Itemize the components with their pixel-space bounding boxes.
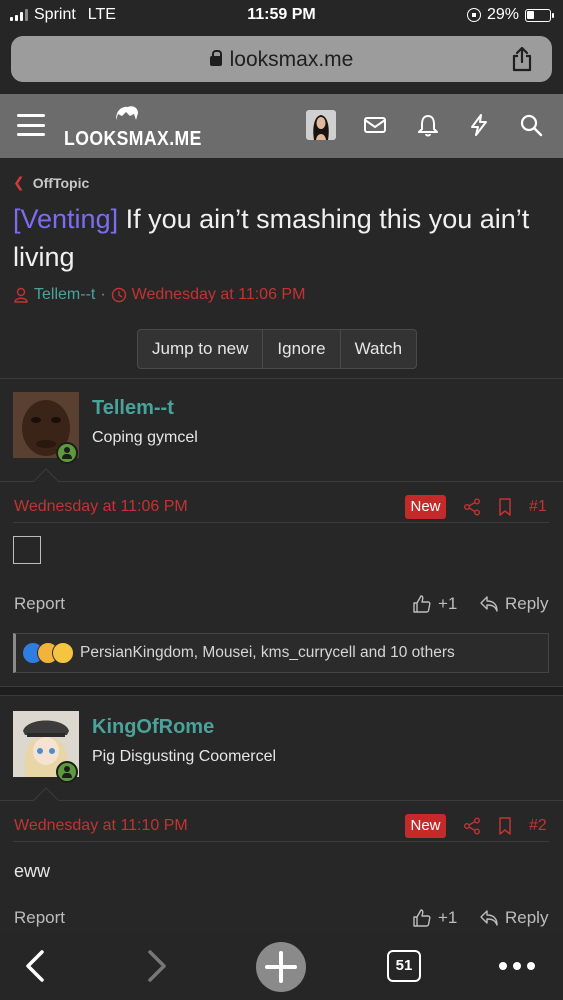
like-count: +1 <box>438 908 458 927</box>
site-logo[interactable]: LOOKSMAX.ME <box>64 104 201 150</box>
bookmark-icon[interactable] <box>498 817 512 835</box>
speech-arrow <box>33 468 59 494</box>
chevron-left-icon: ❮ <box>13 174 25 190</box>
share-icon[interactable] <box>510 46 534 72</box>
divider <box>0 800 563 801</box>
report-link[interactable]: Report <box>14 594 65 614</box>
thread-meta: Tellem--t · Wednesday at 11:06 PM <box>13 286 305 304</box>
reply-label: Reply <box>505 908 549 927</box>
share-icon[interactable] <box>463 817 481 835</box>
post-separator <box>0 686 563 696</box>
bookmark-icon[interactable] <box>498 498 512 516</box>
reply-icon <box>480 910 498 926</box>
thumbs-up-icon <box>413 909 431 927</box>
reactions-bar[interactable]: PersianKingdom, Mousei, kms_currycell an… <box>13 633 549 673</box>
search-icon[interactable] <box>518 112 544 138</box>
thumbs-up-icon <box>413 595 431 613</box>
divider <box>13 841 549 842</box>
rotation-lock-icon <box>466 8 481 22</box>
thread-actions: Jump to new Ignore Watch <box>137 329 418 369</box>
back-icon[interactable] <box>22 946 48 986</box>
battery-percent: 29% <box>486 6 519 23</box>
divider <box>0 481 563 482</box>
broken-image[interactable] <box>13 536 41 564</box>
divider <box>0 378 563 379</box>
new-tab-icon[interactable] <box>255 941 307 993</box>
new-badge: New <box>405 495 446 519</box>
jump-to-new-button[interactable]: Jump to new <box>138 330 264 368</box>
reply-button[interactable]: Reply <box>479 594 548 614</box>
reactions-list: PersianKingdom, Mousei, kms_currycell an… <box>80 644 455 661</box>
bolt-icon[interactable] <box>466 112 492 138</box>
more-icon[interactable] <box>497 956 537 976</box>
tabs-button[interactable]: 51 <box>387 950 421 982</box>
address-bar[interactable]: looksmax.me <box>11 36 552 82</box>
thread-author[interactable]: Tellem--t <box>34 286 95 304</box>
logo-hair-icon <box>116 106 138 120</box>
new-badge: New <box>405 814 446 838</box>
like-button[interactable]: +1 <box>412 594 457 614</box>
reply-button[interactable]: Reply <box>479 908 548 928</box>
account-avatar[interactable] <box>306 110 336 140</box>
battery-icon <box>525 8 554 22</box>
browser-toolbar: 51 <box>0 934 563 1000</box>
forward-icon[interactable] <box>144 946 170 986</box>
status-bar: Sprint LTE 11:59 PM 29% <box>0 0 563 30</box>
post-user-title: Pig Disgusting Coomercel <box>92 748 277 765</box>
url-text: looksmax.me <box>229 48 354 71</box>
lock-icon <box>209 50 222 66</box>
post-user-title: Coping gymcel <box>92 429 198 446</box>
thread-prefix[interactable]: [Venting] <box>13 204 118 234</box>
divider <box>13 522 549 523</box>
thread-date[interactable]: Wednesday at 11:06 PM <box>132 286 306 304</box>
online-badge-icon <box>56 442 78 464</box>
post-username[interactable]: KingOfRome <box>92 716 214 739</box>
like-count: +1 <box>438 594 458 613</box>
post-username[interactable]: Tellem--t <box>92 397 174 420</box>
post-date[interactable]: Wednesday at 11:06 PM <box>14 498 188 516</box>
speech-arrow <box>33 787 59 813</box>
breadcrumb-label: OffTopic <box>32 174 90 191</box>
clock-icon <box>111 287 126 303</box>
post-body: eww <box>14 861 51 881</box>
watch-button[interactable]: Watch <box>341 330 417 368</box>
inbox-icon[interactable] <box>362 112 388 138</box>
meta-separator: · <box>100 286 106 303</box>
reply-icon <box>480 596 498 612</box>
logo-text: LOOKSMAX.ME <box>64 128 202 150</box>
shocked-reaction-icon <box>52 642 74 664</box>
report-link[interactable]: Report <box>14 908 65 928</box>
browser-address-area: looksmax.me <box>0 30 563 94</box>
reply-label: Reply <box>505 594 549 613</box>
thread-title: [Venting] If you ain’t smashing this you… <box>13 200 551 276</box>
online-badge-icon <box>56 761 78 783</box>
post-number[interactable]: #1 <box>529 498 547 516</box>
post-date[interactable]: Wednesday at 11:10 PM <box>14 817 188 835</box>
like-button[interactable]: +1 <box>412 908 457 928</box>
ignore-button[interactable]: Ignore <box>263 330 341 368</box>
site-header: LOOKSMAX.ME <box>0 94 563 158</box>
menu-icon[interactable] <box>17 114 45 136</box>
share-icon[interactable] <box>463 498 481 516</box>
breadcrumb[interactable]: ❮ OffTopic <box>13 174 89 191</box>
post-number[interactable]: #2 <box>529 817 547 835</box>
user-icon <box>14 287 28 303</box>
reaction-icons <box>22 642 74 664</box>
bell-icon[interactable] <box>415 112 441 138</box>
